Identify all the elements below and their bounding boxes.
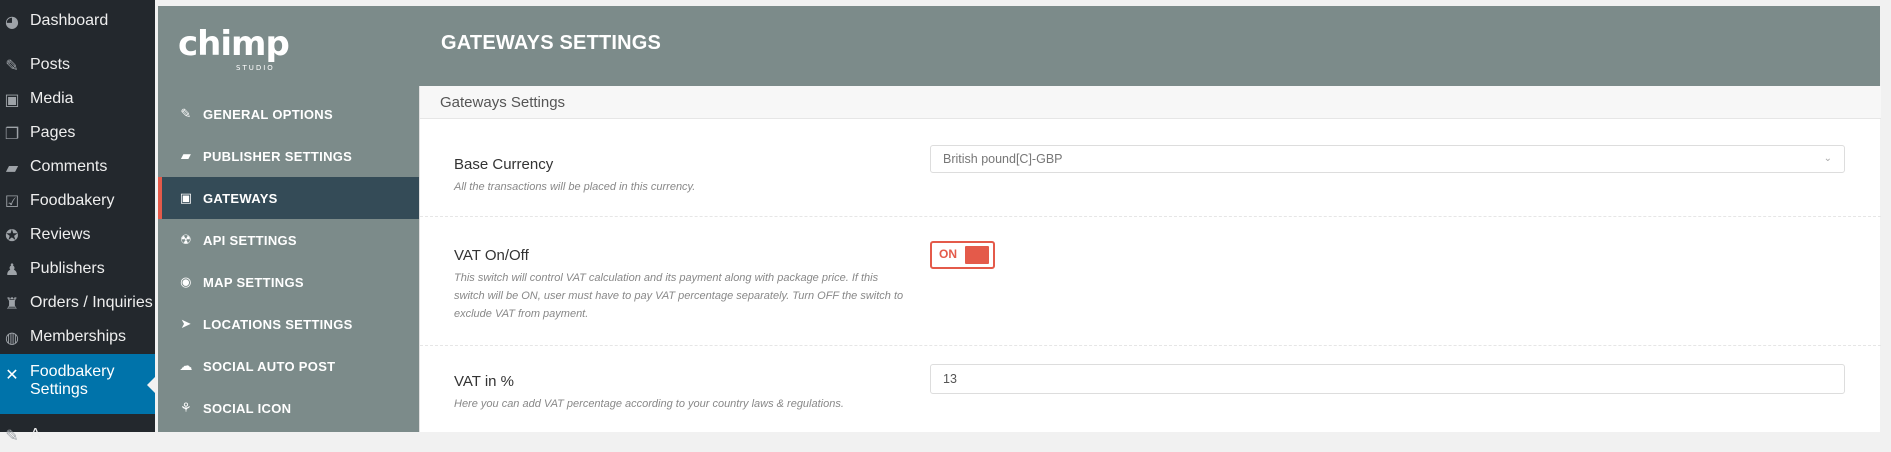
tools-icon: ✕: [5, 364, 19, 384]
nav-item-publisher-settings[interactable]: ▰ PUBLISHER SETTINGS: [158, 135, 419, 177]
wp-menu-item-dashboard[interactable]: ◕ Dashboard: [0, 4, 155, 38]
nav-item-api-settings[interactable]: ☢ API SETTINGS: [158, 219, 419, 261]
wp-menu-item-comments[interactable]: ▰ Comments: [0, 150, 155, 184]
nav-item-gateways[interactable]: ▣ GATEWAYS: [158, 177, 419, 219]
wp-menu-item-orders-inquiries[interactable]: ♜ Orders / Inquiries: [0, 286, 155, 320]
pages-icon: ❐: [4, 123, 20, 143]
location-arrow-icon: ➤: [180, 316, 192, 332]
wp-menu-item-label: Publishers: [30, 260, 105, 277]
base-currency-value: British pound[C]-GBP: [943, 152, 1063, 166]
chat-icon: ☁: [179, 358, 193, 374]
nav-item-social-icon[interactable]: ⚘ SOCIAL ICON: [158, 387, 419, 429]
appearance-icon: ✎: [5, 425, 19, 445]
vat-percent-input[interactable]: [930, 364, 1845, 394]
comments-icon: ▰: [5, 157, 19, 177]
wallet-icon: ▣: [179, 190, 193, 206]
nav-item-label: SOCIAL AUTO POST: [203, 358, 336, 374]
media-icon: ▣: [4, 89, 20, 109]
vat-percent-row: VAT in % Here you can add VAT percentage…: [420, 346, 1881, 432]
chevron-down-icon: ⌄: [1823, 153, 1832, 164]
wp-menu-item-foodbakery-settings[interactable]: ✕ Foodbakery Settings: [0, 354, 156, 414]
nav-item-social-auto-post[interactable]: ☁ SOCIAL AUTO POST: [158, 345, 419, 387]
membership-icon: ◍: [5, 327, 19, 347]
section-title: Gateways Settings: [420, 86, 1881, 119]
nav-item-label: MAP SETTINGS: [203, 274, 304, 290]
plugin-header: chimp STUDIO GATEWAYS SETTINGS: [158, 6, 1880, 86]
wp-menu-item-label: Media: [30, 90, 74, 107]
wrench-icon: ✎: [180, 106, 192, 122]
vat-toggle-switch[interactable]: ON: [930, 241, 995, 269]
star-icon: ✪: [5, 225, 19, 245]
nav-item-label: LOCATIONS SETTINGS: [203, 316, 353, 332]
nav-item-label: SOCIAL ICON: [203, 400, 292, 416]
active-menu-arrow: [147, 376, 156, 394]
dashboard-icon: ◕: [5, 11, 19, 31]
wp-menu-item-label: Foodbakery: [30, 192, 115, 209]
vat-toggle-row: VAT On/Off This switch will control VAT …: [420, 217, 1881, 346]
base-currency-label: Base Currency: [454, 156, 554, 173]
share-icon: ⚘: [180, 400, 192, 416]
vat-toggle-state: ON: [939, 247, 957, 261]
wp-menu-item-label: Foodbakery Settings: [30, 363, 115, 398]
wp-menu-item-foodbakery[interactable]: ☑ Foodbakery: [0, 184, 155, 218]
map-pin-icon: ◉: [180, 274, 192, 290]
toggle-knob: [965, 246, 989, 264]
logo-subtext: STUDIO: [236, 64, 275, 72]
base-currency-select[interactable]: British pound[C]-GBP ⌄: [930, 145, 1845, 173]
nav-item-general-options[interactable]: ✎ GENERAL OPTIONS: [158, 93, 419, 135]
plugin-settings-nav: ✎ GENERAL OPTIONS ▰ PUBLISHER SETTINGS ▣ GATE…: [158, 86, 419, 432]
vat-percent-description: Here you can add VAT percentage accordin…: [454, 398, 844, 410]
vat-toggle-description: This switch will control VAT calculation…: [454, 272, 904, 320]
wp-menu-item-pages[interactable]: ❐ Pages: [0, 116, 155, 150]
wp-menu-item-label: Reviews: [30, 226, 91, 243]
nav-item-label: GENERAL OPTIONS: [203, 106, 333, 122]
plugin-panel: chimp STUDIO GATEWAYS SETTINGS ✎ GENERAL …: [158, 6, 1881, 432]
settings-content: Gateways Settings Base Currency All the …: [419, 86, 1881, 432]
user-icon: ♟: [4, 259, 20, 279]
wp-menu-item-media[interactable]: ▣ Media: [0, 82, 155, 116]
vat-percent-label: VAT in %: [454, 373, 515, 390]
vat-toggle-label: VAT On/Off: [454, 247, 529, 264]
wp-menu-item-label: Memberships: [30, 328, 127, 345]
wp-admin-sidebar: ◕ Dashboard ✎ Posts ▣ Media ❐ Pages ▰ Comments ☑ Fo…: [0, 0, 156, 445]
nav-item-locations-settings[interactable]: ➤ LOCATIONS SETTINGS: [158, 303, 419, 345]
wp-menu-item-label: Posts: [30, 56, 71, 73]
chimp-studio-logo[interactable]: chimp STUDIO: [178, 24, 290, 72]
wp-menu-item-label: Orders / Inquiries: [30, 294, 153, 311]
nav-item-label: PUBLISHER SETTINGS: [203, 148, 353, 164]
api-icon: ☢: [180, 232, 192, 248]
page-title: GATEWAYS SETTINGS: [441, 32, 662, 54]
nav-item-label: GATEWAYS: [203, 190, 278, 206]
checkbox-icon: ☑: [4, 191, 20, 211]
wp-menu-item-posts[interactable]: ✎ Posts: [0, 48, 155, 82]
base-currency-row: Base Currency All the transactions will …: [420, 119, 1881, 217]
wp-menu-item-publishers[interactable]: ♟ Publishers: [0, 252, 155, 286]
nav-item-map-settings[interactable]: ◉ MAP SETTINGS: [158, 261, 419, 303]
pin-icon: ✎: [5, 55, 19, 75]
wp-menu-item-label: A: [30, 426, 41, 443]
wp-menu-item-label: Comments: [30, 158, 108, 175]
wp-menu-item-a[interactable]: ✎ A: [0, 418, 155, 452]
book-icon: ▰: [180, 148, 192, 164]
wp-menu-item-reviews[interactable]: ✪ Reviews: [0, 218, 155, 252]
wp-menu-item-label: Pages: [30, 124, 76, 141]
wp-menu-item-label: Dashboard: [30, 12, 109, 29]
wp-menu-item-memberships[interactable]: ◍ Memberships: [0, 320, 155, 354]
logo-text: chimp: [178, 24, 290, 64]
cart-icon: ♜: [4, 293, 20, 313]
nav-item-label: API SETTINGS: [203, 232, 297, 248]
base-currency-description: All the transactions will be placed in t…: [454, 181, 696, 193]
